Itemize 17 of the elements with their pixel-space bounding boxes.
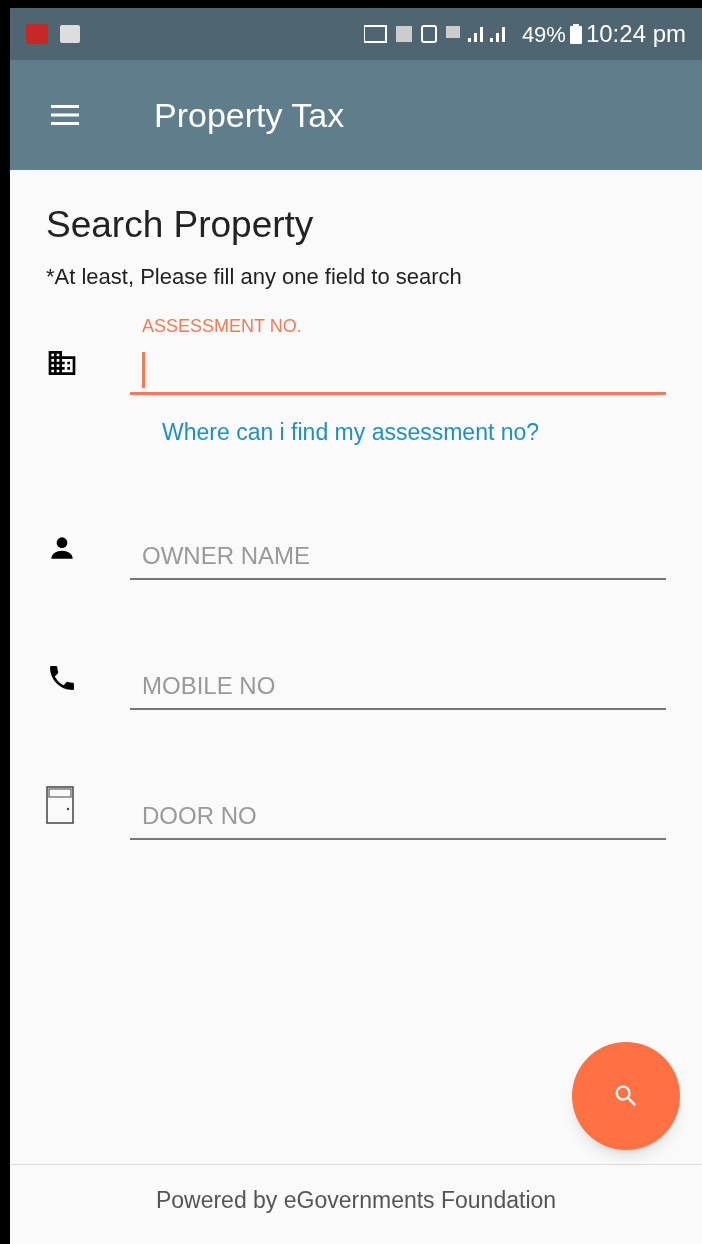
- page-heading: Search Property: [46, 203, 315, 247]
- door-icon: [46, 785, 74, 824]
- text-field[interactable]: MOBILE NO: [130, 619, 666, 710]
- hint-text: *At least, Please fill any one field to search: [46, 263, 463, 292]
- text-field[interactable]: OWNER NAME: [130, 489, 666, 580]
- text-field[interactable]: ASSESSMENT NO.: [130, 305, 666, 396]
- clock-time: 10:24 pm: [585, 19, 686, 49]
- text-cursor: [142, 352, 145, 389]
- battery-percent: 49%: [521, 20, 566, 49]
- text-field[interactable]: DOOR NO: [130, 749, 666, 840]
- app-title: Property Tax: [154, 94, 345, 136]
- image-notification-icon: [60, 25, 80, 43]
- app-notification-icon: [26, 24, 48, 44]
- footer-text: Powered by eGovernments Foundation: [155, 1186, 557, 1216]
- battery-icon: [569, 24, 582, 44]
- menu-icon: [51, 105, 79, 125]
- help-link[interactable]: Where can i find my assessment no?: [162, 415, 666, 450]
